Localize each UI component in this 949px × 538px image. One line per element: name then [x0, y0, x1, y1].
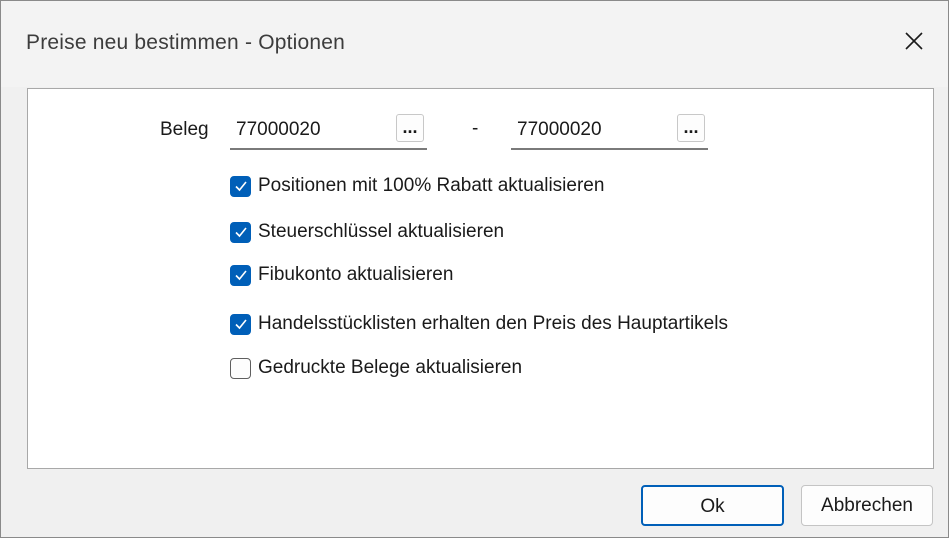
options-panel: [27, 88, 934, 469]
beleg-to-browse-button[interactable]: ...: [677, 114, 705, 142]
ok-button[interactable]: Ok: [641, 485, 784, 526]
checkbox-gedruckte-belege[interactable]: [230, 357, 251, 379]
title-bar: Preise neu bestimmen - Optionen: [1, 1, 948, 87]
checkmark-icon: [234, 227, 247, 238]
checkmark-icon: [234, 270, 247, 281]
range-separator: -: [472, 118, 479, 139]
option-positionen-rabatt[interactable]: Positionen mit 100% Rabatt aktualisieren: [230, 173, 604, 199]
checkmark-icon: [234, 181, 247, 192]
close-icon: [905, 32, 923, 50]
checkbox-steuerschluessel[interactable]: [230, 221, 251, 243]
dialog-title: Preise neu bestimmen - Optionen: [26, 31, 346, 54]
option-label: Handelsstücklisten erhalten den Preis de…: [258, 313, 728, 334]
option-label: Fibukonto aktualisieren: [258, 264, 454, 285]
option-gedruckte-belege[interactable]: Gedruckte Belege aktualisieren: [230, 355, 522, 381]
checkbox-fibukonto[interactable]: [230, 264, 251, 286]
option-label: Positionen mit 100% Rabatt aktualisieren: [258, 175, 605, 196]
option-steuerschluessel[interactable]: Steuerschlüssel aktualisieren: [230, 219, 504, 245]
beleg-from-value: 77000020: [236, 119, 321, 140]
checkmark-icon: [234, 319, 247, 330]
beleg-to-field[interactable]: 77000020 ...: [511, 110, 708, 150]
option-fibukonto[interactable]: Fibukonto aktualisieren: [230, 262, 453, 288]
beleg-from-field[interactable]: 77000020 ...: [230, 110, 427, 150]
dialog-window: Preise neu bestimmen - Optionen Beleg 77…: [0, 0, 949, 538]
close-button[interactable]: [894, 21, 934, 61]
option-label: Steuerschlüssel aktualisieren: [258, 221, 505, 242]
option-handelsstuecklisten[interactable]: Handelsstücklisten erhalten den Preis de…: [230, 311, 728, 337]
checkbox-positionen-rabatt[interactable]: [230, 175, 251, 197]
cancel-button[interactable]: Abbrechen: [801, 485, 933, 526]
checkbox-handelsstuecklisten[interactable]: [230, 313, 251, 335]
beleg-from-browse-button[interactable]: ...: [396, 114, 424, 142]
option-label: Gedruckte Belege aktualisieren: [258, 357, 523, 378]
beleg-label: Beleg: [160, 119, 209, 140]
beleg-to-value: 77000020: [517, 119, 602, 140]
